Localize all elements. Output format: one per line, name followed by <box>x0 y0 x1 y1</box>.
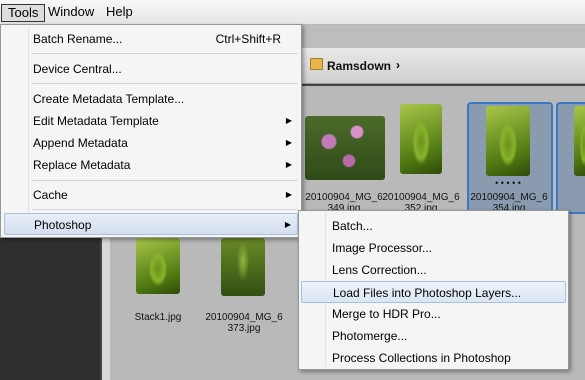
menu-item-label: Device Central... <box>33 62 122 76</box>
thumbnail-image <box>486 106 530 176</box>
thumbnail-image <box>136 238 180 294</box>
tools-menu: Batch Rename... Ctrl+Shift+R Device Cent… <box>0 24 302 238</box>
menu-item-replace-metadata[interactable]: Replace Metadata ▶ <box>4 154 298 176</box>
submenu-item-photomerge[interactable]: Photomerge... <box>301 325 566 347</box>
menu-separator <box>32 209 298 210</box>
folder-icon <box>310 58 323 70</box>
menu-item-append-metadata[interactable]: Append Metadata ▶ <box>4 132 298 154</box>
submenu-item-image-processor[interactable]: Image Processor... <box>301 237 566 259</box>
submenu-item-lens-correction[interactable]: Lens Correction... <box>301 259 566 281</box>
submenu-item-merge-to-hdr[interactable]: Merge to HDR Pro... <box>301 303 566 325</box>
photoshop-submenu: Batch... Image Processor... Lens Correct… <box>298 210 569 370</box>
menu-item-label: Create Metadata Template... <box>33 92 185 106</box>
breadcrumb-folder[interactable]: Ramsdown <box>327 59 391 73</box>
menu-separator <box>32 180 298 181</box>
menu-item-photoshop[interactable]: Photoshop ▶ <box>4 213 298 235</box>
menu-item-create-metadata-template[interactable]: Create Metadata Template... <box>4 88 298 110</box>
submenu-arrow-icon: ▶ <box>285 190 292 199</box>
menu-item-label: Append Metadata <box>33 136 128 150</box>
menu-item-device-central[interactable]: Device Central... <box>4 58 298 80</box>
menu-separator <box>32 53 298 54</box>
submenu-item-batch[interactable]: Batch... <box>301 215 566 237</box>
menu-item-label: Cache <box>33 188 68 202</box>
menu-tools[interactable]: Tools <box>1 4 46 22</box>
submenu-item-load-files-into-layers[interactable]: Load Files into Photoshop Layers... <box>301 281 566 303</box>
rating-stars[interactable]: • • • • • <box>458 178 558 188</box>
menu-bar: Tools Window Help <box>0 0 585 25</box>
menu-item-shortcut: Ctrl+Shift+R <box>215 32 281 46</box>
menu-item-edit-metadata-template[interactable]: Edit Metadata Template ▶ <box>4 110 298 132</box>
submenu-arrow-icon: ▶ <box>285 138 292 147</box>
menu-window[interactable]: Window <box>42 4 100 22</box>
thumbnail-image <box>400 104 442 174</box>
submenu-arrow-icon: ▶ <box>284 220 291 229</box>
thumbnail-caption: Stack1.jpg <box>134 312 182 323</box>
menu-item-label: Photoshop <box>34 218 92 232</box>
submenu-arrow-icon: ▶ <box>285 160 292 169</box>
submenu-arrow-icon: ▶ <box>285 116 292 125</box>
thumbnail-image <box>221 238 265 296</box>
menu-item-label: Replace Metadata <box>33 158 131 172</box>
menu-separator <box>32 83 298 84</box>
thumbnail-caption: 20100904_MG_6 373.jpg <box>205 312 283 334</box>
submenu-item-process-collections[interactable]: Process Collections in Photoshop <box>301 347 566 369</box>
thumbnail-image <box>305 116 385 180</box>
breadcrumb-chevron-icon[interactable]: › <box>396 58 400 72</box>
menu-item-cache[interactable]: Cache ▶ <box>4 184 298 206</box>
menu-item-batch-rename[interactable]: Batch Rename... Ctrl+Shift+R <box>4 28 298 50</box>
thumbnail-image <box>574 106 585 176</box>
menu-item-label: Edit Metadata Template <box>33 114 159 128</box>
menu-item-label: Batch Rename... <box>33 32 123 46</box>
menu-help[interactable]: Help <box>100 4 139 22</box>
